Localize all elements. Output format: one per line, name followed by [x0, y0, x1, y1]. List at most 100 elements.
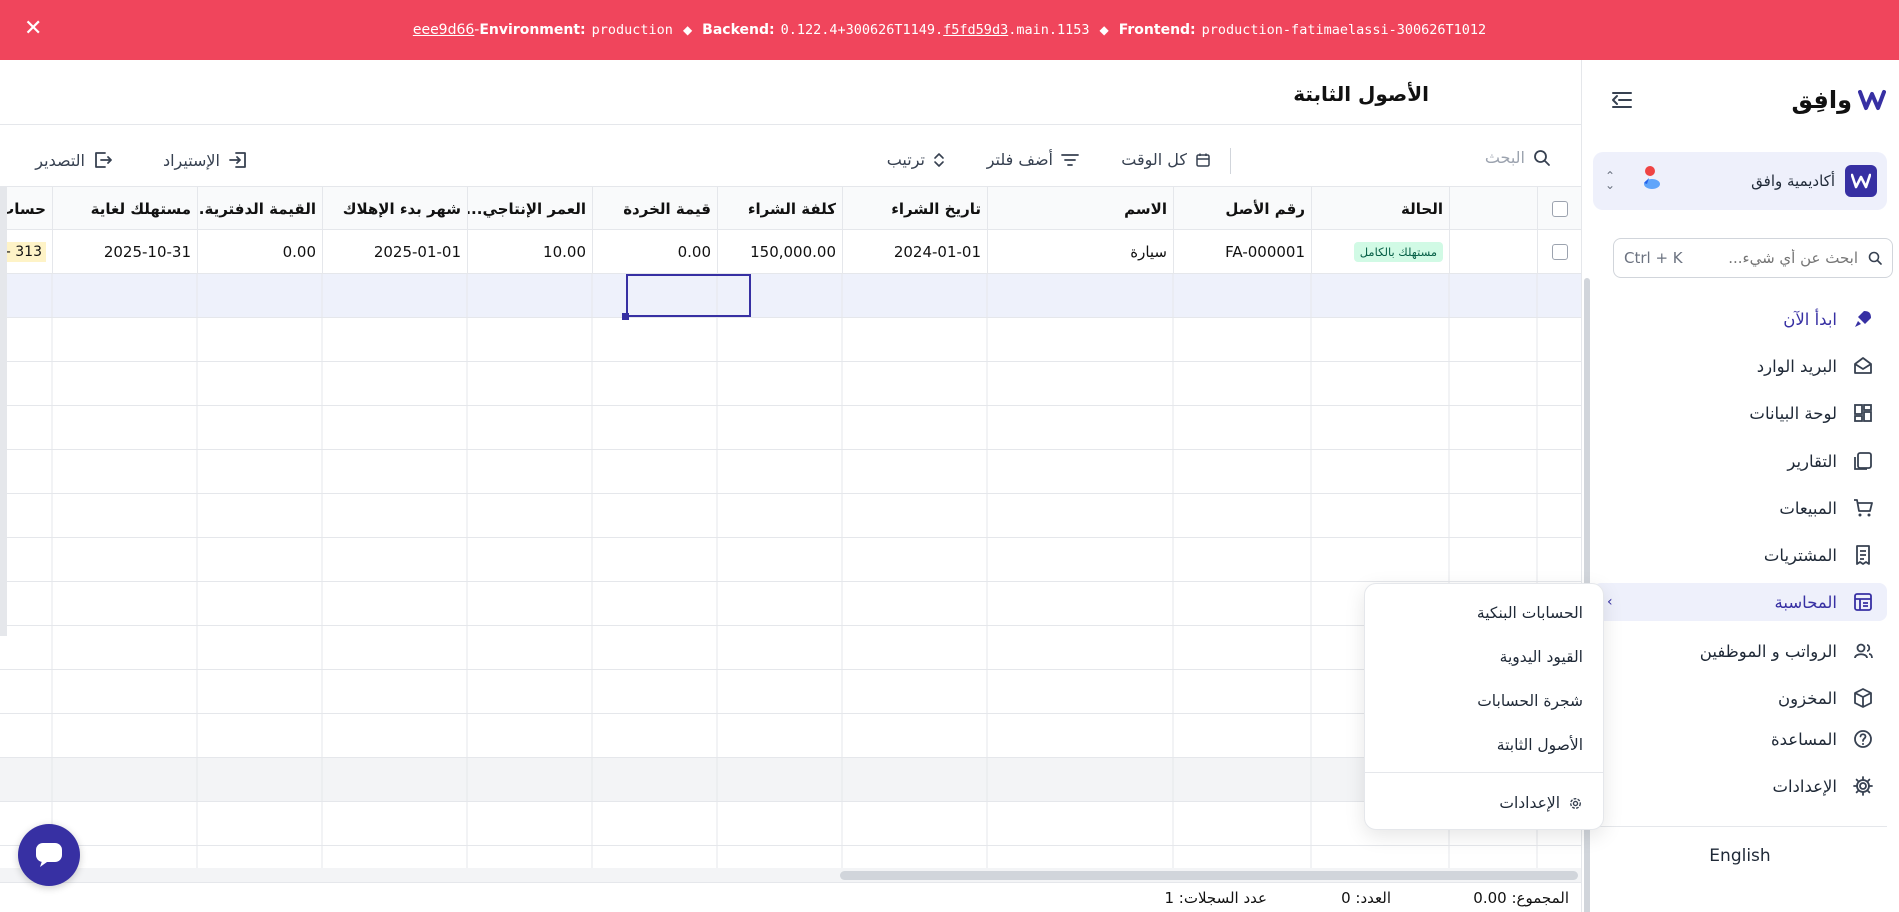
- sidebar-item-reports[interactable]: التقارير: [1593, 442, 1887, 480]
- sidebar-item-label: البريد الوارد: [1756, 356, 1837, 376]
- title-divider: [0, 124, 1581, 125]
- chat-icon: [36, 843, 62, 867]
- chevron-right-icon: ›: [1607, 594, 1613, 610]
- sidebar-item-sales[interactable]: المبيعات: [1593, 489, 1887, 527]
- cell-book-value[interactable]: 0.00: [197, 230, 322, 274]
- sidebar-item-label: التقارير: [1787, 451, 1837, 471]
- backend-label: Backend:: [702, 22, 775, 38]
- reports-icon: [1851, 449, 1875, 473]
- select-all-checkbox[interactable]: [1537, 187, 1581, 231]
- export-button[interactable]: التصدير: [35, 150, 113, 170]
- sidebar-item-get-started[interactable]: ابدأ الآن: [1593, 300, 1887, 338]
- sidebar-collapse-icon[interactable]: [1610, 90, 1634, 110]
- box-icon: [1851, 686, 1875, 710]
- help-icon: [1851, 727, 1875, 751]
- organization-switcher[interactable]: أكاديمية وافق ⌃ ⌄: [1593, 152, 1887, 210]
- frozen-column-shadow: [0, 186, 7, 636]
- header-book-value[interactable]: القيمة الدفترية...: [197, 187, 322, 231]
- table-search[interactable]: البحث: [1485, 148, 1551, 167]
- import-button[interactable]: الإستيراد: [163, 150, 248, 170]
- accounting-submenu: الحسابات البنكية القيود اليدوية شجرة الح…: [1363, 583, 1604, 830]
- chat-launcher-button[interactable]: [18, 824, 80, 886]
- import-label: الإستيراد: [162, 150, 220, 170]
- frontend-value: production-fatimaelassi-300626T1012: [1201, 22, 1487, 38]
- inbox-icon: [1851, 354, 1875, 378]
- sidebar-item-inventory[interactable]: المخزون: [1593, 679, 1887, 717]
- cell-depreciation-start[interactable]: 2025-01-01: [322, 230, 467, 274]
- submenu-item-bank-accounts[interactable]: الحسابات البنكية: [1477, 604, 1583, 622]
- footer-total: المجموع: 0.00: [1473, 889, 1569, 907]
- sidebar-item-label: لوحة البيانات: [1749, 403, 1837, 423]
- table-footer: المجموع: 0.00 العدد: 0 عدد السجلات: 1: [0, 882, 1581, 912]
- sidebar-item-accounting[interactable]: المحاسبة ›: [1593, 583, 1887, 621]
- brand-logo[interactable]: وافِق: [1791, 86, 1886, 114]
- sidebar-item-dashboard[interactable]: لوحة البيانات: [1593, 394, 1887, 432]
- cell-purchase-date[interactable]: 2024-01-01: [842, 230, 987, 274]
- header-useful-life[interactable]: العمر الإنتاجي...: [467, 187, 592, 231]
- backend-hash-link[interactable]: f5fd59d3: [943, 22, 1008, 38]
- submenu-item-chart-of-accounts[interactable]: شجرة الحسابات: [1477, 692, 1583, 710]
- export-icon: [95, 152, 112, 168]
- table-header-row: الحالة رقم الأصل الاسم تاريخ الشراء كلفة…: [0, 186, 1581, 231]
- add-filter-button[interactable]: أضف فلتر: [987, 150, 1079, 169]
- header-asset-number[interactable]: رقم الأصل: [1173, 187, 1311, 231]
- toolbar-divider: [1230, 148, 1231, 174]
- sidebar-item-payroll[interactable]: الرواتب و الموظفين: [1593, 632, 1887, 670]
- submenu-item-manual-journals[interactable]: القيود اليدوية: [1500, 648, 1583, 666]
- search-icon: [1868, 251, 1882, 265]
- sidebar-item-label: الإعدادات: [1772, 776, 1837, 796]
- sidebar-item-inbox[interactable]: البريد الوارد: [1593, 347, 1887, 385]
- cell-name[interactable]: سيارة: [987, 230, 1173, 274]
- export-label: التصدير: [35, 150, 85, 170]
- header-purchase-date[interactable]: تاريخ الشراء: [842, 187, 987, 231]
- submenu-item-settings[interactable]: الإعدادات: [1499, 794, 1583, 812]
- fill-handle[interactable]: [622, 313, 629, 320]
- header-depreciated-until[interactable]: مستهلك لغاية: [52, 187, 197, 231]
- header-depreciation-start[interactable]: شهر بدء الإهلاك: [322, 187, 467, 231]
- sidebar-item-purchases[interactable]: المشتريات: [1593, 536, 1887, 574]
- sidebar-divider: [1593, 826, 1887, 827]
- sidebar-item-label: ابدأ الآن: [1783, 309, 1837, 329]
- submenu-item-fixed-assets[interactable]: الأصول الثابتة: [1497, 736, 1583, 754]
- header-asset-account[interactable]: حساب الأصل: [0, 187, 52, 231]
- header-status[interactable]: الحالة: [1311, 187, 1449, 231]
- sort-button[interactable]: ترتيب: [887, 150, 945, 169]
- cell-depreciated-until[interactable]: 2025-10-31: [52, 230, 197, 274]
- sort-icon: [934, 152, 944, 167]
- cell-purchase-cost[interactable]: 150,000.00: [717, 230, 842, 274]
- language-switch[interactable]: English: [1581, 846, 1899, 866]
- cell-asset-account[interactable]: 313 - [حد: [0, 230, 52, 274]
- page-title: الأصول الثابتة: [1293, 82, 1429, 106]
- sidebar-item-help[interactable]: المساعدة: [1593, 720, 1887, 758]
- header-name[interactable]: الاسم: [987, 187, 1173, 231]
- main-content: الأصول الثابتة البحث كل الوقت أضف فلتر ت…: [0, 60, 1590, 912]
- backend-prefix: 0.122.4+300626T1149.: [780, 22, 944, 38]
- logo-text: وافِق: [1791, 86, 1853, 114]
- sidebar-item-label: الرواتب و الموظفين: [1699, 641, 1837, 661]
- header-empty-column: [1449, 187, 1537, 231]
- wafeq-logo-icon: [1858, 90, 1886, 110]
- search-shortcut: Ctrl + K: [1624, 249, 1683, 267]
- table-row[interactable]: مستهلك بالكامل FA-000001 سيارة 2024-01-0…: [0, 230, 1581, 274]
- sidebar-item-label: المخزون: [1778, 688, 1837, 708]
- horizontal-scrollbar-thumb[interactable]: [840, 871, 1578, 880]
- org-logo-icon: [1845, 165, 1877, 197]
- row-checkbox[interactable]: [1537, 230, 1581, 274]
- global-search[interactable]: Ctrl + K: [1613, 238, 1893, 278]
- sidebar-item-settings[interactable]: الإعدادات: [1593, 767, 1887, 805]
- cell-useful-life[interactable]: 10.00: [467, 230, 592, 274]
- cell-status[interactable]: مستهلك بالكامل: [1311, 230, 1449, 274]
- cell-salvage-value[interactable]: 0.00: [592, 230, 717, 274]
- backend-suffix: .main.1153: [1008, 22, 1090, 38]
- header-purchase-cost[interactable]: كلفة الشراء: [717, 187, 842, 231]
- selected-cell[interactable]: [626, 274, 751, 317]
- cell-asset-number[interactable]: FA-000001: [1173, 230, 1311, 274]
- commit-link[interactable]: eee9d66: [413, 22, 474, 38]
- close-icon[interactable]: ✕: [24, 18, 42, 40]
- header-salvage-value[interactable]: قيمة الخردة: [592, 187, 717, 231]
- time-filter-button[interactable]: كل الوقت: [1121, 150, 1211, 169]
- global-search-input[interactable]: [1688, 249, 1858, 267]
- time-filter-label: كل الوقت: [1121, 150, 1187, 169]
- environment-value: production: [591, 22, 673, 38]
- frontend-label: Frontend:: [1118, 22, 1196, 38]
